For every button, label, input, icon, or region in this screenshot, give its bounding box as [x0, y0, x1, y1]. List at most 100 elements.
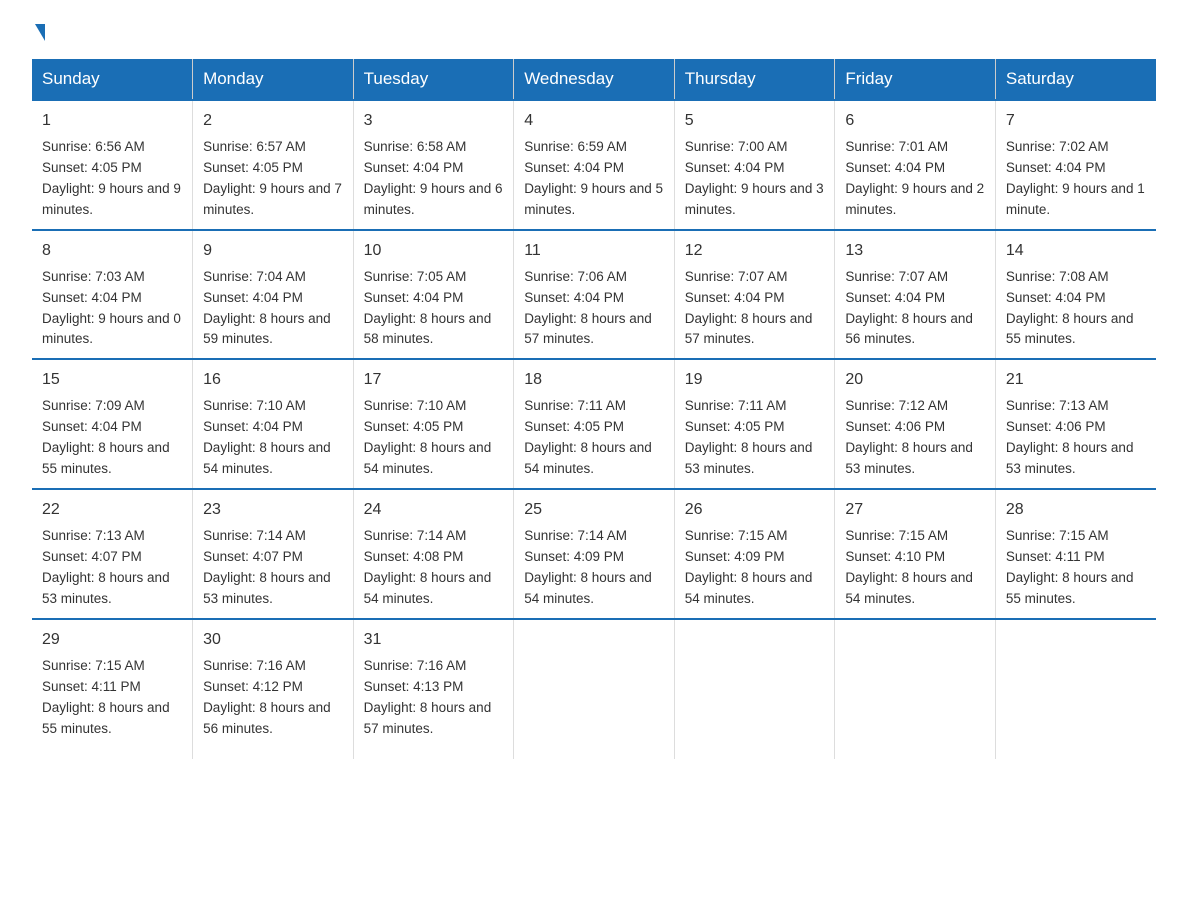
calendar-day-cell: 3Sunrise: 6:58 AMSunset: 4:04 PMDaylight… — [353, 100, 514, 230]
calendar-day-cell: 18 Sunrise: 7:11 AMSunset: 4:05 PMDayligh… — [514, 359, 675, 489]
calendar-day-cell: 30 Sunrise: 7:16 AMSunset: 4:12 PMDayligh… — [193, 619, 354, 760]
calendar-day-cell: 27 Sunrise: 7:15 AMSunset: 4:10 PMDayligh… — [835, 489, 996, 619]
calendar-week-row: 29 Sunrise: 7:15 AMSunset: 4:11 PMDayligh… — [32, 619, 1156, 760]
calendar-week-row: 15 Sunrise: 7:09 AMSunset: 4:04 PMDayligh… — [32, 359, 1156, 489]
day-info: Sunrise: 7:15 AMSunset: 4:10 PMDaylight:… — [845, 526, 985, 610]
calendar-day-cell: 19 Sunrise: 7:11 AMSunset: 4:05 PMDayligh… — [674, 359, 835, 489]
weekday-header: Thursday — [674, 59, 835, 100]
day-info: Sunrise: 7:15 AMSunset: 4:11 PMDaylight:… — [42, 656, 182, 740]
day-info: Sunrise: 7:06 AMSunset: 4:04 PMDaylight:… — [524, 267, 664, 351]
day-number: 23 — [203, 498, 343, 522]
day-number: 18 — [524, 368, 664, 392]
day-info: Sunrise: 7:07 AMSunset: 4:04 PMDaylight:… — [685, 267, 825, 351]
calendar-day-cell: 11 Sunrise: 7:06 AMSunset: 4:04 PMDayligh… — [514, 230, 675, 360]
day-info: Sunrise: 7:14 AMSunset: 4:07 PMDaylight:… — [203, 526, 343, 610]
day-number: 12 — [685, 239, 825, 263]
weekday-header: Sunday — [32, 59, 193, 100]
day-info: Sunrise: 7:16 AMSunset: 4:12 PMDaylight:… — [203, 656, 343, 740]
calendar-day-cell: 13Sunrise: 7:07 AMSunset: 4:04 PMDayligh… — [835, 230, 996, 360]
calendar-day-cell: 5 Sunrise: 7:00 AMSunset: 4:04 PMDaylight… — [674, 100, 835, 230]
logo — [32, 24, 46, 41]
day-number: 21 — [1006, 368, 1146, 392]
day-number: 26 — [685, 498, 825, 522]
day-number: 17 — [364, 368, 504, 392]
day-info: Sunrise: 7:13 AMSunset: 4:07 PMDaylight:… — [42, 526, 182, 610]
day-info: Sunrise: 7:16 AMSunset: 4:13 PMDaylight:… — [364, 656, 504, 740]
day-info: Sunrise: 7:08 AMSunset: 4:04 PMDaylight:… — [1006, 267, 1146, 351]
page-header — [32, 24, 1156, 41]
day-number: 31 — [364, 628, 504, 652]
day-number: 11 — [524, 239, 664, 263]
calendar-week-row: 8Sunrise: 7:03 AMSunset: 4:04 PMDaylight… — [32, 230, 1156, 360]
day-info: Sunrise: 7:10 AMSunset: 4:05 PMDaylight:… — [364, 396, 504, 480]
calendar-day-cell: 22 Sunrise: 7:13 AMSunset: 4:07 PMDayligh… — [32, 489, 193, 619]
day-number: 6 — [845, 109, 985, 133]
day-info: Sunrise: 7:12 AMSunset: 4:06 PMDaylight:… — [845, 396, 985, 480]
day-info: Sunrise: 7:15 AMSunset: 4:11 PMDaylight:… — [1006, 526, 1146, 610]
calendar-day-cell: 12 Sunrise: 7:07 AMSunset: 4:04 PMDayligh… — [674, 230, 835, 360]
calendar-day-cell: 24 Sunrise: 7:14 AMSunset: 4:08 PMDayligh… — [353, 489, 514, 619]
calendar-day-cell: 9 Sunrise: 7:04 AMSunset: 4:04 PMDaylight… — [193, 230, 354, 360]
weekday-header: Saturday — [995, 59, 1156, 100]
day-info: Sunrise: 7:11 AMSunset: 4:05 PMDaylight:… — [685, 396, 825, 480]
day-number: 16 — [203, 368, 343, 392]
day-number: 3 — [364, 109, 504, 133]
calendar-day-cell: 1Sunrise: 6:56 AMSunset: 4:05 PMDaylight… — [32, 100, 193, 230]
calendar-day-cell: 29 Sunrise: 7:15 AMSunset: 4:11 PMDayligh… — [32, 619, 193, 760]
day-info: Sunrise: 6:56 AMSunset: 4:05 PMDaylight:… — [42, 137, 182, 221]
day-info: Sunrise: 7:14 AMSunset: 4:08 PMDaylight:… — [364, 526, 504, 610]
calendar-day-cell: 4 Sunrise: 6:59 AMSunset: 4:04 PMDaylight… — [514, 100, 675, 230]
calendar-day-cell — [514, 619, 675, 760]
calendar-day-cell: 20 Sunrise: 7:12 AMSunset: 4:06 PMDayligh… — [835, 359, 996, 489]
weekday-header: Friday — [835, 59, 996, 100]
day-info: Sunrise: 7:04 AMSunset: 4:04 PMDaylight:… — [203, 267, 343, 351]
day-info: Sunrise: 7:02 AMSunset: 4:04 PMDaylight:… — [1006, 137, 1146, 221]
day-info: Sunrise: 7:09 AMSunset: 4:04 PMDaylight:… — [42, 396, 182, 480]
calendar-day-cell — [674, 619, 835, 760]
day-number: 27 — [845, 498, 985, 522]
calendar-day-cell: 6Sunrise: 7:01 AMSunset: 4:04 PMDaylight… — [835, 100, 996, 230]
day-info: Sunrise: 7:00 AMSunset: 4:04 PMDaylight:… — [685, 137, 825, 221]
day-info: Sunrise: 6:59 AMSunset: 4:04 PMDaylight:… — [524, 137, 664, 221]
day-number: 22 — [42, 498, 182, 522]
day-number: 5 — [685, 109, 825, 133]
day-number: 20 — [845, 368, 985, 392]
day-number: 25 — [524, 498, 664, 522]
calendar-day-cell: 31 Sunrise: 7:16 AMSunset: 4:13 PMDayligh… — [353, 619, 514, 760]
day-info: Sunrise: 7:15 AMSunset: 4:09 PMDaylight:… — [685, 526, 825, 610]
calendar-day-cell: 17 Sunrise: 7:10 AMSunset: 4:05 PMDayligh… — [353, 359, 514, 489]
day-number: 14 — [1006, 239, 1146, 263]
day-info: Sunrise: 7:13 AMSunset: 4:06 PMDaylight:… — [1006, 396, 1146, 480]
day-info: Sunrise: 6:57 AMSunset: 4:05 PMDaylight:… — [203, 137, 343, 221]
calendar-day-cell: 28 Sunrise: 7:15 AMSunset: 4:11 PMDayligh… — [995, 489, 1156, 619]
weekday-header: Monday — [193, 59, 354, 100]
weekday-header: Tuesday — [353, 59, 514, 100]
calendar-day-cell: 2Sunrise: 6:57 AMSunset: 4:05 PMDaylight… — [193, 100, 354, 230]
calendar-day-cell: 7 Sunrise: 7:02 AMSunset: 4:04 PMDaylight… — [995, 100, 1156, 230]
calendar-day-cell: 8Sunrise: 7:03 AMSunset: 4:04 PMDaylight… — [32, 230, 193, 360]
day-number: 19 — [685, 368, 825, 392]
calendar-day-cell: 15 Sunrise: 7:09 AMSunset: 4:04 PMDayligh… — [32, 359, 193, 489]
day-number: 28 — [1006, 498, 1146, 522]
day-number: 15 — [42, 368, 182, 392]
day-number: 29 — [42, 628, 182, 652]
day-number: 9 — [203, 239, 343, 263]
day-info: Sunrise: 7:05 AMSunset: 4:04 PMDaylight:… — [364, 267, 504, 351]
weekday-header-row: SundayMondayTuesdayWednesdayThursdayFrid… — [32, 59, 1156, 100]
calendar-day-cell: 10Sunrise: 7:05 AMSunset: 4:04 PMDayligh… — [353, 230, 514, 360]
calendar-week-row: 1Sunrise: 6:56 AMSunset: 4:05 PMDaylight… — [32, 100, 1156, 230]
calendar-day-cell — [995, 619, 1156, 760]
day-number: 7 — [1006, 109, 1146, 133]
calendar-day-cell: 14 Sunrise: 7:08 AMSunset: 4:04 PMDayligh… — [995, 230, 1156, 360]
day-number: 30 — [203, 628, 343, 652]
day-number: 4 — [524, 109, 664, 133]
day-info: Sunrise: 7:11 AMSunset: 4:05 PMDaylight:… — [524, 396, 664, 480]
logo-triangle-icon — [35, 24, 45, 41]
day-number: 24 — [364, 498, 504, 522]
calendar-day-cell: 16 Sunrise: 7:10 AMSunset: 4:04 PMDayligh… — [193, 359, 354, 489]
day-number: 13 — [845, 239, 985, 263]
calendar-day-cell: 26 Sunrise: 7:15 AMSunset: 4:09 PMDayligh… — [674, 489, 835, 619]
weekday-header: Wednesday — [514, 59, 675, 100]
day-info: Sunrise: 7:10 AMSunset: 4:04 PMDaylight:… — [203, 396, 343, 480]
calendar-day-cell: 21 Sunrise: 7:13 AMSunset: 4:06 PMDayligh… — [995, 359, 1156, 489]
